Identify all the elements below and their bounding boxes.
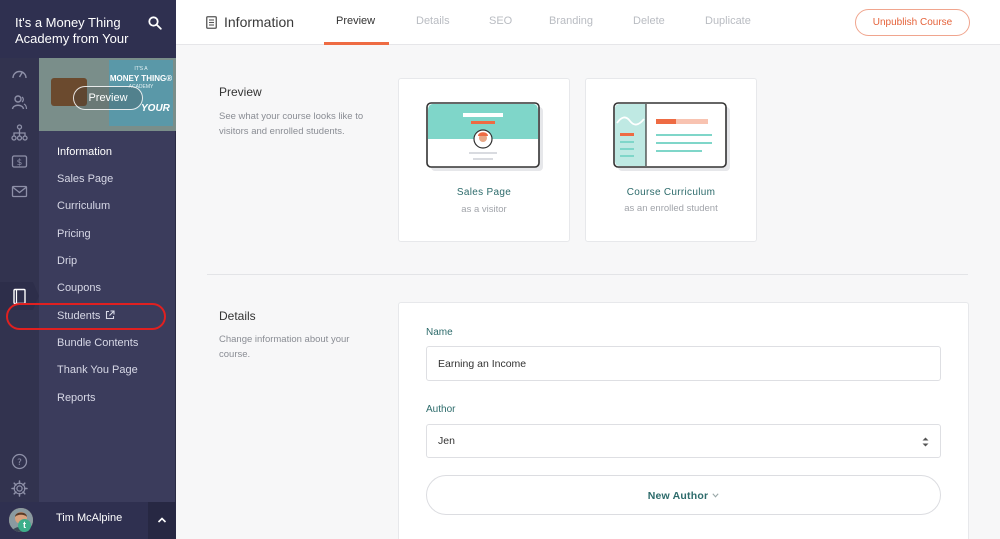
school-name[interactable]: It's a Money Thing Academy from Your [15, 15, 145, 47]
sidebar-item-sales-page[interactable]: Sales Page [57, 172, 113, 186]
sidebar-item-reports[interactable]: Reports [57, 391, 96, 405]
avatar-badge: t [18, 519, 31, 532]
sidebar-item-curriculum[interactable]: Curriculum [57, 199, 110, 213]
sidebar: It's a Money Thing Academy from Your $ ?… [0, 0, 176, 539]
svg-text:$: $ [17, 158, 23, 168]
top-bar: Information Preview Details SEO Branding… [176, 0, 1000, 45]
user-menu-toggle[interactable] [148, 502, 176, 539]
highlight-ring [6, 303, 166, 330]
mail-icon[interactable] [11, 183, 28, 200]
active-tab-underline [324, 42, 389, 45]
sidebar-item-thank-you-page[interactable]: Thank You Page [57, 363, 138, 377]
tab-duplicate[interactable]: Duplicate [705, 15, 751, 27]
course-thumbnail[interactable]: IT'S A MONEY THING® ACADEMY YOUR Preview [39, 58, 176, 131]
user-name[interactable]: Tim McAlpine [56, 512, 122, 524]
tab-branding[interactable]: Branding [549, 15, 593, 27]
sidebar-item-information[interactable]: Information [57, 145, 112, 159]
thumbnail-your-text: YOUR [141, 103, 170, 114]
curriculum-illustration-icon [613, 102, 730, 171]
curriculum-card-subtitle: as an enrolled student [624, 203, 718, 214]
thumbnail-preview-button[interactable]: Preview [73, 86, 143, 110]
course-name-input[interactable] [426, 346, 941, 381]
sales-page-illustration-icon [426, 102, 543, 171]
sidebar-item-coupons[interactable]: Coupons [57, 281, 101, 295]
unpublish-course-button[interactable]: Unpublish Course [855, 9, 970, 36]
thumbnail-logo-text: MONEY THING® [109, 74, 173, 83]
new-author-button[interactable]: New Author [426, 475, 941, 515]
sales-page-card-subtitle: as a visitor [461, 204, 507, 215]
svg-text:?: ? [17, 458, 22, 468]
author-label: Author [426, 404, 456, 415]
chevron-up-icon [157, 517, 167, 523]
section-divider [207, 274, 968, 275]
school-header: It's a Money Thing Academy from Your [0, 0, 176, 58]
details-section-description: Change information about your course. [219, 334, 350, 360]
sales-page-card-title: Sales Page [456, 187, 512, 198]
thumbnail-small-text: IT'S A [134, 66, 148, 72]
preview-section-description: See what your course looks like to visit… [219, 111, 364, 137]
page-title: Information [224, 14, 295, 30]
help-icon[interactable]: ? [11, 453, 28, 470]
tab-seo[interactable]: SEO [489, 15, 512, 27]
search-icon[interactable] [148, 16, 162, 30]
tab-preview[interactable]: Preview [336, 15, 375, 27]
sales-page-preview-card[interactable]: Sales Page as a visitor [398, 78, 570, 242]
sitemap-icon[interactable] [11, 124, 28, 141]
details-section-title: Details [219, 309, 256, 323]
document-icon [206, 16, 217, 29]
preview-section-title: Preview [219, 85, 262, 99]
sidebar-item-drip[interactable]: Drip [57, 254, 77, 268]
author-select[interactable]: Jen [426, 424, 941, 458]
author-select-value: Jen [438, 435, 455, 447]
sidebar-item-pricing[interactable]: Pricing [57, 227, 91, 241]
user-footer[interactable]: t Tim McAlpine [0, 502, 176, 539]
gear-icon[interactable] [11, 480, 28, 497]
new-author-label: New Author [647, 490, 709, 502]
tab-details[interactable]: Details [416, 15, 450, 27]
chevron-down-icon [712, 493, 719, 498]
select-arrows-icon [922, 437, 929, 447]
dollar-icon[interactable]: $ [11, 153, 28, 170]
sidebar-item-bundle-contents[interactable]: Bundle Contents [57, 336, 138, 350]
users-icon[interactable] [11, 94, 28, 111]
course-curriculum-preview-card[interactable]: Course Curriculum as an enrolled student [585, 78, 757, 242]
icon-rail: $ ? [0, 58, 39, 502]
tab-delete[interactable]: Delete [633, 15, 665, 27]
dashboard-icon[interactable] [11, 66, 28, 83]
curriculum-card-title: Course Curriculum [626, 187, 716, 198]
name-label: Name [426, 327, 453, 338]
